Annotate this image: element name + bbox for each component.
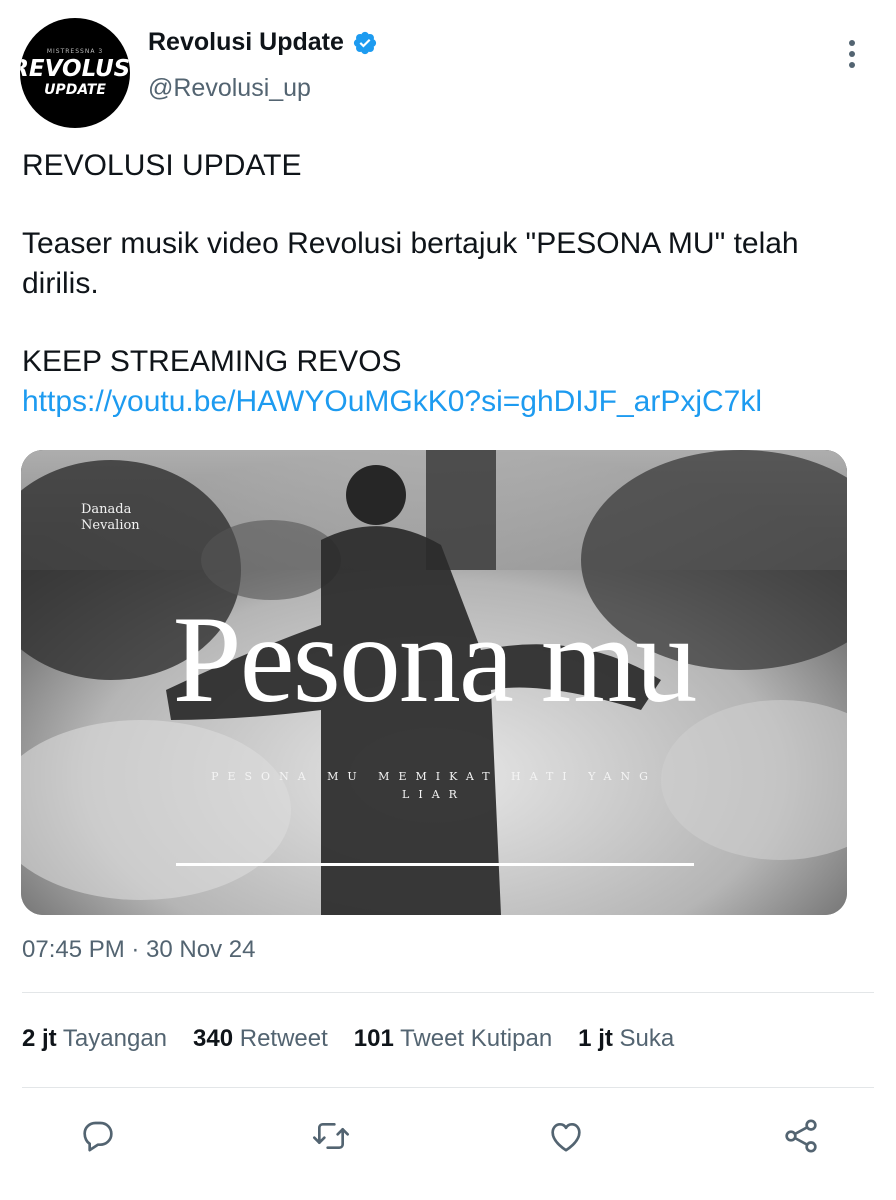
media-caption: PESONA MU MEMIKAT HATI YANG LIAR [21, 768, 847, 804]
divider-bottom [22, 1087, 874, 1088]
retweet-icon [313, 1123, 349, 1149]
likes-label: Suka [619, 1025, 675, 1052]
author-handle[interactable]: @Revolusi_up [148, 74, 311, 103]
media-caption-line-2: LIAR [402, 788, 466, 801]
quotes-label: Tweet Kutipan [400, 1025, 553, 1052]
reply-icon [83, 1121, 113, 1152]
display-name[interactable]: Revolusi Update [148, 28, 344, 57]
like-icon [551, 1123, 581, 1152]
stat-likes[interactable]: 1 jt Suka [578, 1025, 674, 1053]
avatar-small-text: MISTRESSNA 3 [46, 47, 104, 55]
verified-badge-icon [353, 31, 376, 54]
stat-quotes[interactable]: 101 Tweet Kutipan [354, 1025, 552, 1053]
stat-views[interactable]: 2 jt Tayangan [22, 1025, 167, 1053]
tweet-header: MISTRESSNA 3 REVOLUSI UPDATE Revolusi Up… [0, 0, 896, 140]
share-icon [785, 1119, 817, 1153]
tweet-timestamp[interactable]: 07:45 PM · 30 Nov 24 [22, 936, 255, 964]
tweet-stats: 2 jt Tayangan 340 Retweet 101 Tweet Kuti… [22, 1025, 700, 1053]
avatar-sub-text: UPDATE [44, 81, 106, 98]
reply-button[interactable] [72, 1110, 124, 1162]
avatar-main-text: REVOLUSI [20, 55, 130, 82]
tweet-text: REVOLUSI UPDATE Teaser musik video Revol… [22, 146, 872, 422]
likes-count: 1 jt [578, 1025, 613, 1052]
tweet-line-1: REVOLUSI UPDATE [22, 149, 302, 182]
tweet-line-2: Teaser musik video Revolusi bertajuk "PE… [22, 227, 799, 300]
divider-top [22, 992, 874, 993]
media-caption-line-1: PESONA MU MEMIKAT HATI YANG [211, 770, 657, 783]
tweet-media[interactable]: Danada Nevalion Pesona mu PESONA MU MEMI… [21, 450, 847, 915]
media-title: Pesona mu [172, 591, 698, 728]
author-name-row[interactable]: Revolusi Update [148, 28, 378, 57]
media-artist-name: Danada Nevalion [81, 502, 140, 534]
share-button[interactable] [775, 1110, 827, 1162]
media-artist-line-1: Danada [81, 502, 132, 517]
more-options-icon[interactable] [838, 36, 866, 72]
stat-retweets[interactable]: 340 Retweet [193, 1025, 328, 1053]
tweet-actions [0, 1110, 896, 1162]
views-label: Tayangan [62, 1025, 168, 1052]
avatar[interactable]: MISTRESSNA 3 REVOLUSI UPDATE [20, 18, 130, 128]
like-button[interactable] [540, 1110, 592, 1162]
retweet-button[interactable] [305, 1110, 357, 1162]
tweet-line-3: KEEP STREAMING REVOS [22, 345, 402, 378]
media-artist-line-2: Nevalion [81, 518, 140, 533]
retweets-count: 340 [193, 1025, 234, 1052]
views-count: 2 jt [22, 1025, 57, 1052]
quotes-count: 101 [353, 1025, 394, 1052]
retweets-label: Retweet [239, 1025, 328, 1052]
media-rule [176, 863, 694, 866]
tweet-link[interactable]: https://youtu.be/HAWYOuMGkK0?si=ghDIJF_a… [22, 385, 762, 418]
